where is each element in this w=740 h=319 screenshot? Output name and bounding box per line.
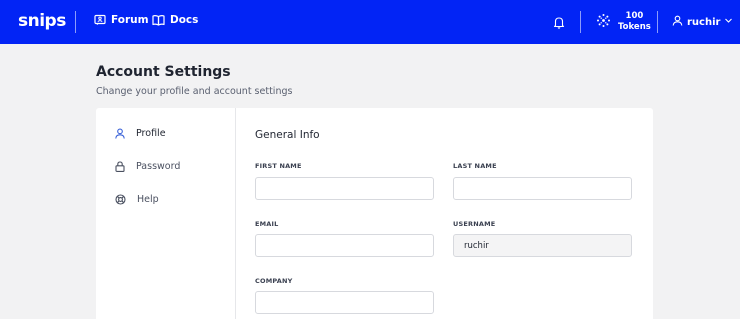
page-subtitle: Change your profile and account settings [96, 86, 293, 97]
page-title: Account Settings [96, 64, 231, 80]
user-icon [115, 128, 125, 139]
navbar-divider [580, 11, 581, 33]
lock-icon [115, 161, 125, 172]
sidebar-item-label: Profile [136, 128, 166, 139]
company-label: COMPANY [255, 277, 293, 285]
company-input[interactable] [255, 291, 434, 314]
last-name-input[interactable] [453, 177, 632, 200]
first-name-input[interactable] [255, 177, 434, 200]
navbar-divider [657, 11, 658, 33]
sidebar-divider [235, 108, 236, 319]
book-icon [152, 14, 165, 26]
bell-icon[interactable] [553, 14, 565, 33]
tokens-label: Tokens [618, 22, 651, 32]
user-name: ruchir [687, 16, 721, 28]
email-input[interactable] [255, 234, 434, 257]
sidebar-item-help[interactable]: Help [115, 194, 159, 205]
section-title: General Info [255, 129, 320, 141]
settings-card: Profile Password Help General Info FIRST… [96, 108, 653, 319]
tokens-balance[interactable]: 100 Tokens [596, 11, 651, 33]
top-navbar: snips Forum Docs 100 Tokens ruchir [0, 0, 740, 44]
username-input[interactable] [453, 234, 632, 257]
sidebar-item-label: Help [137, 194, 159, 205]
nav-link-docs[interactable]: Docs [152, 14, 198, 26]
first-name-label: FIRST NAME [255, 162, 302, 170]
forum-icon [94, 14, 106, 26]
username-label: USERNAME [453, 220, 496, 228]
nav-link-forum[interactable]: Forum [94, 14, 149, 26]
snips-logo[interactable]: snips [18, 11, 66, 31]
user-icon [672, 15, 683, 29]
last-name-label: LAST NAME [453, 162, 497, 170]
chevron-down-icon [724, 16, 733, 28]
nav-link-label: Forum [111, 14, 149, 26]
email-label: EMAIL [255, 220, 279, 228]
navbar-divider [75, 11, 76, 33]
nav-link-label: Docs [170, 14, 199, 26]
lifebuoy-icon [115, 194, 126, 205]
sidebar-item-profile[interactable]: Profile [115, 128, 166, 139]
sidebar-item-password[interactable]: Password [115, 161, 180, 172]
user-menu[interactable]: ruchir [672, 15, 733, 29]
token-icon [596, 13, 611, 32]
sidebar-item-label: Password [136, 161, 181, 172]
tokens-count: 100 [625, 11, 644, 21]
